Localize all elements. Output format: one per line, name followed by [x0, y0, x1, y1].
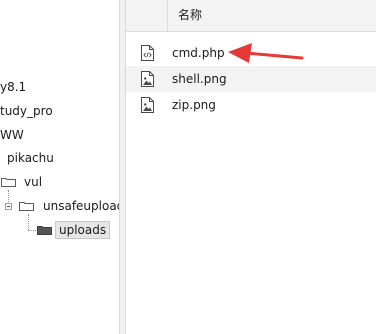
folder-open-icon [19, 202, 34, 211]
file-name: shell.png [172, 72, 227, 86]
php-file-icon [141, 45, 154, 61]
tree-item-pikachu[interactable]: pikachu [7, 148, 54, 168]
tree-item-label: uploads [55, 221, 111, 239]
tree-item-label: tudy_pro [0, 104, 53, 118]
tree-item-label: y8.1 [0, 80, 27, 94]
folder-tree: y8.1 tudy_pro WW pikachu vul unsafeuploa… [0, 0, 119, 334]
tree-item-uploads[interactable]: uploads [0, 220, 119, 240]
file-manager-window: y8.1 tudy_pro WW pikachu vul unsafeuploa… [0, 0, 376, 334]
file-row-zip-png[interactable]: zip.png [126, 92, 376, 118]
folder-icon [37, 226, 52, 235]
collapse-toggle-icon[interactable] [5, 203, 12, 210]
tree-item-label: WW [0, 128, 24, 142]
tree-item-vul[interactable]: vul [0, 172, 80, 192]
file-row-cmd-php[interactable]: cmd.php [126, 40, 376, 66]
image-file-icon [141, 97, 154, 113]
file-list-header: 名称 [126, 0, 376, 32]
icon-column-header[interactable] [126, 0, 168, 31]
image-file-icon [141, 71, 154, 87]
folder-icon [1, 178, 16, 187]
tree-item-study-pro[interactable]: tudy_pro [0, 101, 53, 121]
tree-item-label: vul [24, 175, 43, 189]
file-row-shell-png[interactable]: shell.png [126, 66, 376, 92]
tree-item-www[interactable]: WW [0, 125, 24, 145]
name-column-header[interactable]: 名称 [168, 0, 202, 31]
tree-item-y81[interactable]: y8.1 [0, 77, 26, 97]
file-name: cmd.php [172, 46, 225, 60]
file-list: 名称 cmd.php shell.png zip.png [126, 0, 376, 334]
tree-item-unsafeupload[interactable]: unsafeupload [0, 196, 119, 216]
tree-item-label: unsafeupload [43, 199, 119, 213]
file-name: zip.png [172, 98, 216, 112]
pane-splitter[interactable] [119, 0, 126, 334]
tree-item-label: pikachu [7, 151, 54, 165]
